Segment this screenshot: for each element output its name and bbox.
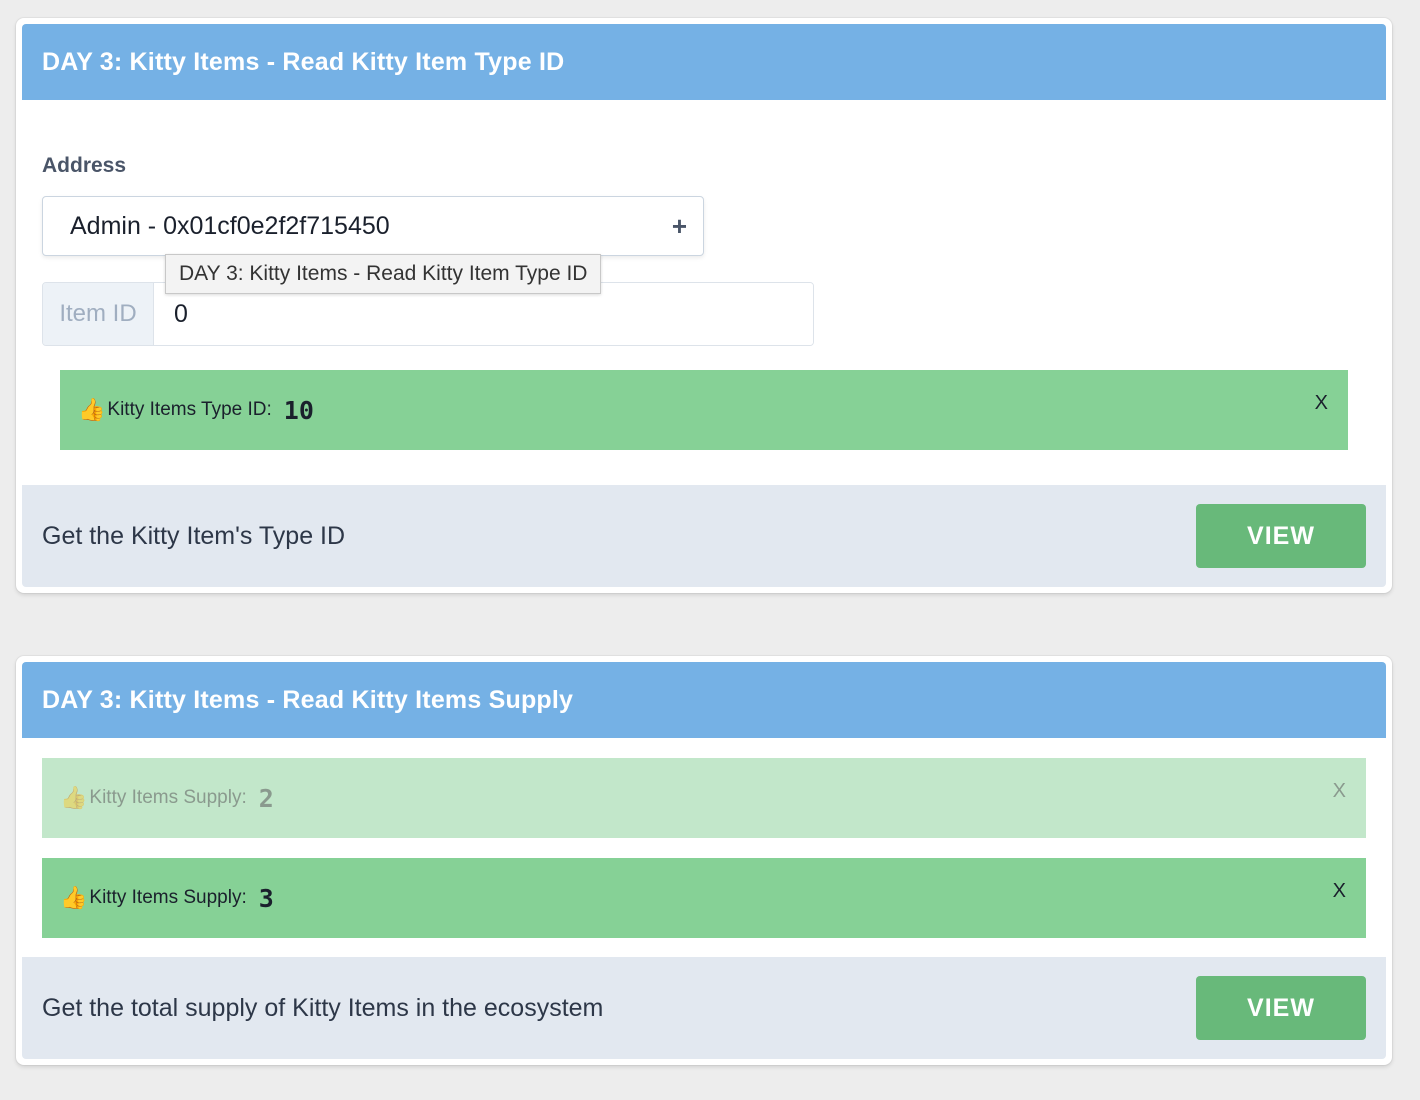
item-id-label: Item ID xyxy=(43,283,154,345)
result-alert-supply-old: 👍 Kitty Items Supply: 2 X xyxy=(42,758,1366,838)
card-footer: Get the Kitty Item's Type ID VIEW xyxy=(22,485,1386,587)
card-body: DAY 3: Kitty Items - Read Kitty Items Su… xyxy=(22,662,1386,1059)
card-read-type-id: DAY 3: Kitty Items - Read Kitty Item Typ… xyxy=(16,18,1392,593)
thumbs-up-icon: 👍 xyxy=(78,397,106,422)
plus-icon[interactable]: + xyxy=(672,213,687,239)
card-description: Get the total supply of Kitty Items in t… xyxy=(42,993,604,1022)
result-value: 3 xyxy=(258,883,274,913)
address-select[interactable]: Admin - 0x01cf0e2f2f715450 + xyxy=(42,196,704,256)
card-description: Get the Kitty Item's Type ID xyxy=(42,521,346,550)
close-alert-button[interactable]: X xyxy=(1333,780,1346,803)
result-alert-supply: 👍 Kitty Items Supply: 3 X xyxy=(42,858,1366,938)
close-alert-button[interactable]: X xyxy=(1333,880,1346,903)
card-footer: Get the total supply of Kitty Items in t… xyxy=(22,957,1386,1059)
card-body: DAY 3: Kitty Items - Read Kitty Item Typ… xyxy=(22,24,1386,587)
thumbs-up-icon: 👍 xyxy=(60,885,88,910)
result-value: 2 xyxy=(258,783,274,813)
result-alert-type-id: 👍 Kitty Items Type ID: 10 X xyxy=(60,370,1348,450)
close-alert-button[interactable]: X xyxy=(1315,392,1328,415)
tooltip: DAY 3: Kitty Items - Read Kitty Item Typ… xyxy=(165,254,602,294)
result-value: 10 xyxy=(283,395,314,425)
result-label: Kitty Items Supply: xyxy=(89,887,247,908)
address-label: Address xyxy=(42,154,127,177)
thumbs-up-icon: 👍 xyxy=(60,785,88,810)
result-label: Kitty Items Type ID: xyxy=(107,399,272,420)
card-title: DAY 3: Kitty Items - Read Kitty Items Su… xyxy=(22,662,1386,738)
card-read-supply: DAY 3: Kitty Items - Read Kitty Items Su… xyxy=(16,656,1392,1065)
result-label: Kitty Items Supply: xyxy=(89,787,247,808)
address-value: Admin - 0x01cf0e2f2f715450 xyxy=(70,211,390,240)
view-button[interactable]: VIEW xyxy=(1196,504,1366,568)
card-title: DAY 3: Kitty Items - Read Kitty Item Typ… xyxy=(22,24,1386,100)
view-button[interactable]: VIEW xyxy=(1196,976,1366,1040)
